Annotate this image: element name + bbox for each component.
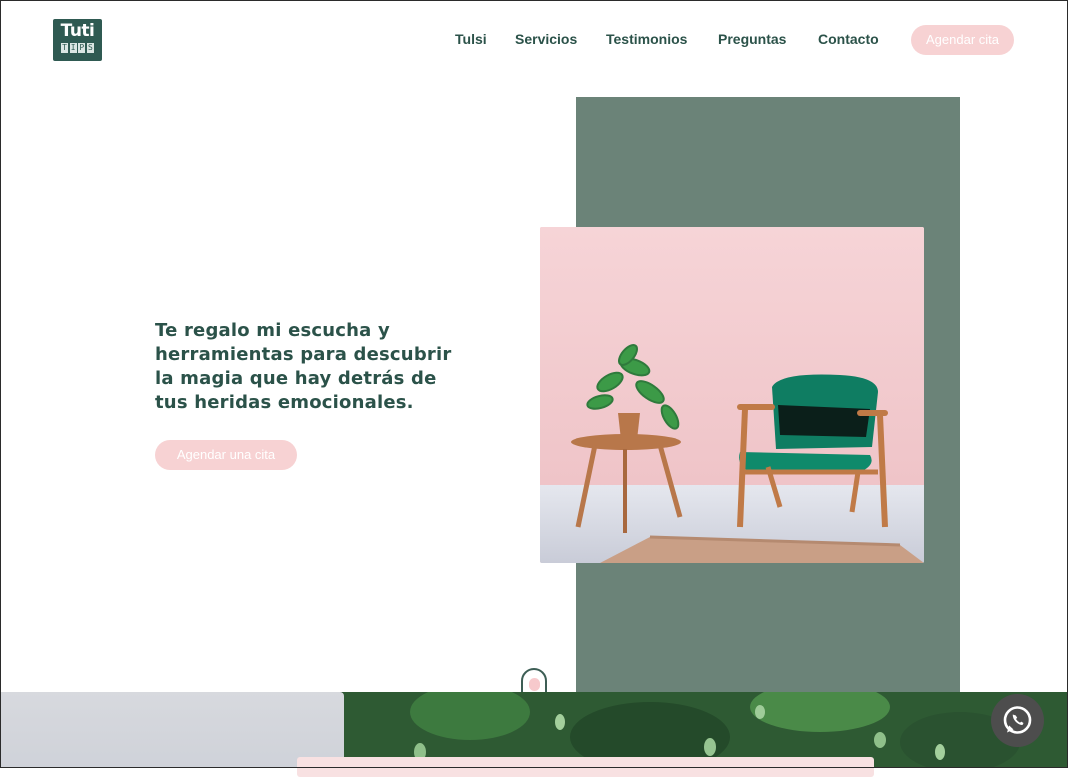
logo-sub-text: T I P S bbox=[61, 43, 94, 53]
logo-sub-letter: I bbox=[69, 43, 77, 53]
whatsapp-icon bbox=[1003, 706, 1032, 734]
logo-sub-letter: P bbox=[78, 43, 86, 53]
next-section-photo bbox=[0, 692, 344, 768]
logo-sub-letter: T bbox=[61, 43, 68, 53]
logo-sub-letter: S bbox=[86, 43, 94, 53]
nav-item-servicios[interactable]: Servicios bbox=[515, 31, 577, 47]
nav-item-tulsi[interactable]: Tulsi bbox=[455, 31, 487, 47]
hero-agendar-button[interactable]: Agendar una cita bbox=[155, 440, 297, 470]
nav-item-preguntas[interactable]: Preguntas bbox=[718, 31, 786, 47]
hero-photo-chair bbox=[540, 227, 924, 563]
nav-item-testimonios[interactable]: Testimonios bbox=[606, 31, 687, 47]
logo-main-text: Tuti bbox=[60, 21, 95, 41]
scroll-dot bbox=[529, 678, 540, 691]
whatsapp-button[interactable] bbox=[991, 694, 1044, 747]
nav-agendar-cita-button[interactable]: Agendar cita bbox=[911, 25, 1014, 55]
hero-headline: Te regalo mi escucha y herramientas para… bbox=[155, 320, 452, 413]
nav-item-contacto[interactable]: Contacto bbox=[818, 31, 879, 47]
brand-logo[interactable]: Tuti T I P S bbox=[53, 19, 102, 61]
next-section-card bbox=[297, 757, 874, 777]
